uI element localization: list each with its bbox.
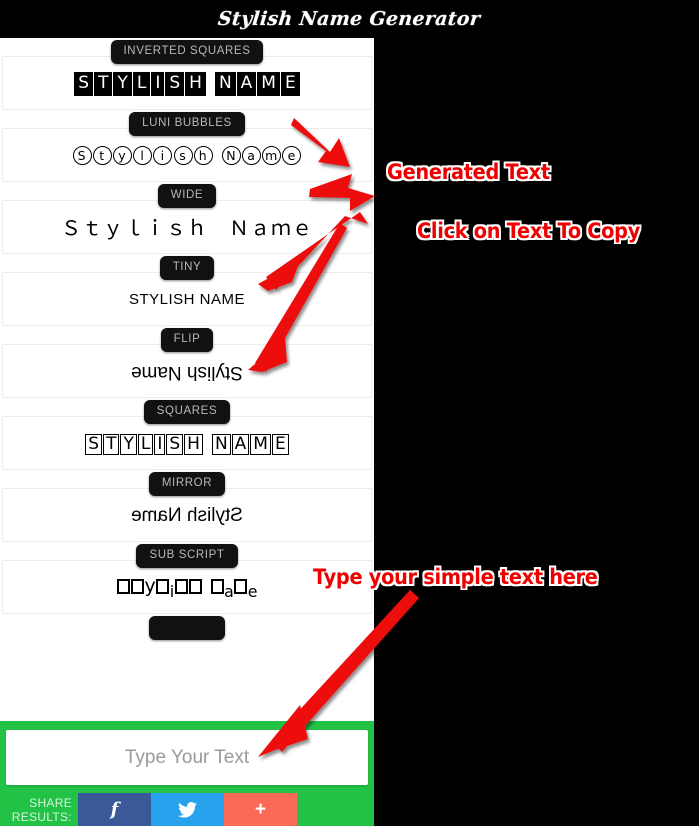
style-block-next-partial [0,614,374,642]
badge-wrap: INVERTED SQUARES [0,38,374,66]
style-label-next-partial [149,616,225,640]
style-label-inverted-squares: INVERTED SQUARES [110,40,264,64]
result-text-flip[interactable]: Stylish Name [131,360,243,384]
annotation-type-here: Type your simple text here [313,565,598,589]
annotation-click-to-copy: Click on Text To Copy [417,219,641,243]
style-block-inverted-squares: INVERTED SQUARES STYLISHNAME [0,38,374,110]
share-label-line1: SHARE [29,795,72,810]
share-twitter-button[interactable] [151,793,224,826]
share-row: SHARE RESULTS: f + [0,793,374,826]
result-text-mirror[interactable]: Stylish Name [131,504,243,528]
style-label-luni-bubbles: LUNI BUBBLES [129,112,245,136]
badge-wrap: LUNI BUBBLES [0,110,374,138]
twitter-icon [178,801,197,818]
result-text-squares[interactable]: STYLISHNAME [85,433,289,456]
style-label-tiny: TINY [159,256,215,280]
badge-wrap: MIRROR [0,470,374,498]
text-input[interactable] [6,730,368,785]
share-buttons: f + [78,793,297,826]
input-row [6,730,368,785]
badge-wrap [0,614,374,642]
style-block-wide: WIDE Ｓｔｙｌｉｓｈ Ｎａｍｅ [0,182,374,254]
badge-wrap: TINY [0,254,374,282]
footer-bar: SHARE RESULTS: f + [0,721,374,826]
result-text-inverted-squares[interactable]: STYLISHNAME [74,72,300,96]
style-label-mirror: MIRROR [148,472,226,496]
style-label-wide: WIDE [157,184,217,208]
style-block-luni-bubbles: LUNI BUBBLES StylishName [0,110,374,182]
plus-icon: + [254,798,267,820]
style-label-sub-script: SUB SCRIPT [136,544,238,568]
style-label-squares: SQUARES [143,400,231,424]
screenshot-root: Stylish Name Generator INVERTED SQUARES … [0,0,699,826]
style-block-tiny: TINY STYLISH NAME [0,254,374,326]
app-panel: INVERTED SQUARES STYLISHNAME LUNI BUBBLE… [0,38,374,826]
result-text-wide[interactable]: Ｓｔｙｌｉｓｈ Ｎａｍｅ [61,216,313,241]
badge-wrap: SQUARES [0,398,374,426]
style-block-squares: SQUARES STYLISHNAME [0,398,374,470]
share-label-line2: RESULTS: [11,809,72,824]
share-more-button[interactable]: + [224,793,297,826]
title-bar: Stylish Name Generator [0,0,699,38]
style-label-flip: FLIP [160,328,214,352]
style-block-flip: FLIP Stylish Name [0,326,374,398]
annotation-generated-text: Generated Text [387,160,550,184]
app-title: Stylish Name Generator [217,8,482,30]
share-results-label: SHARE RESULTS: [0,796,78,824]
facebook-icon: f [110,799,119,820]
badge-wrap: FLIP [0,326,374,354]
result-text-luni-bubbles[interactable]: StylishName [72,144,302,168]
result-text-tiny[interactable]: STYLISH NAME [129,291,245,310]
results-list[interactable]: INVERTED SQUARES STYLISHNAME LUNI BUBBLE… [0,38,374,752]
badge-wrap: WIDE [0,182,374,210]
share-facebook-button[interactable]: f [78,793,151,826]
result-text-sub-script[interactable]: yiae [116,575,258,602]
style-block-mirror: MIRROR Stylish Name [0,470,374,542]
